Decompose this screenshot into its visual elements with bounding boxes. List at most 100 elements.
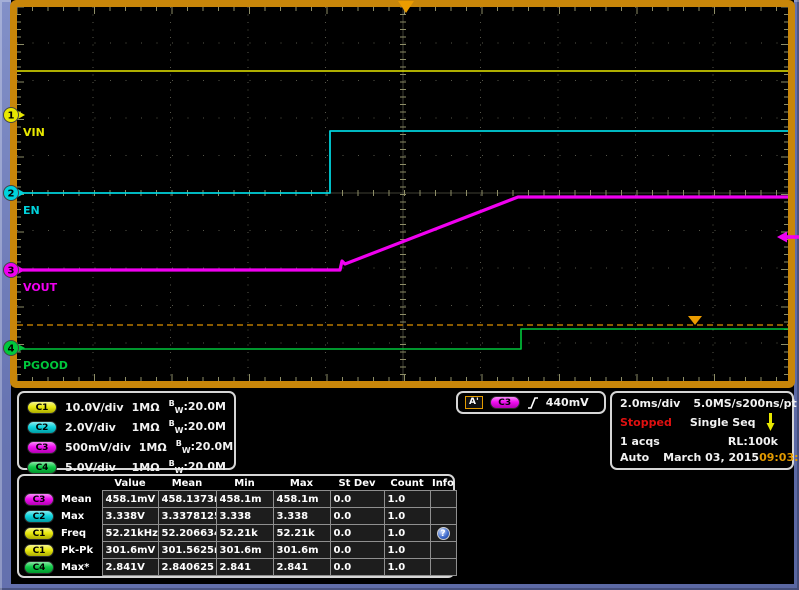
meas-stdev: 0.0: [330, 508, 384, 525]
meas-value: 3.338V: [102, 508, 158, 525]
channel-impedance: 1MΩ: [132, 401, 160, 414]
meas-header-value: Value: [102, 477, 158, 491]
meas-header-info: Info: [430, 477, 456, 491]
channel-scale: 10.0V/div: [65, 401, 124, 414]
meas-count: 1.0: [384, 525, 430, 542]
measurement-row[interactable]: C4Max*2.841V2.8406252.8412.8410.01.0: [22, 559, 456, 576]
meas-stdev: 0.0: [330, 525, 384, 542]
svg-text:1: 1: [8, 111, 15, 122]
info-icon[interactable]: ?: [437, 527, 450, 540]
trigger-level-arrow-stem[interactable]: [786, 235, 799, 239]
meas-max: 52.21k: [273, 525, 330, 542]
meas-stdev: 0.0: [330, 559, 384, 576]
timebase-panel[interactable]: 2.0ms/div 5.0MS/s 200ns/pt Stopped Singl…: [610, 391, 794, 470]
meas-name: Max*: [61, 562, 89, 573]
meas-channel-badge: C1: [24, 527, 54, 540]
meas-stdev: 0.0: [330, 542, 384, 559]
measurement-row[interactable]: C1Freq52.21kHz52.206634k52.21k52.21k0.01…: [22, 525, 456, 542]
channel-label-vin: VIN: [23, 126, 45, 139]
meas-value: 2.841V: [102, 559, 158, 576]
meas-info-cell: [430, 491, 456, 508]
meas-min: 2.841: [216, 559, 273, 576]
meas-min: 458.1m: [216, 491, 273, 508]
meas-max: 3.338: [273, 508, 330, 525]
meas-max: 2.841: [273, 559, 330, 576]
meas-channel-badge: C1: [24, 544, 54, 557]
meas-header-max: Max: [273, 477, 330, 491]
meas-channel-badge: C2: [24, 510, 54, 523]
trigger-level-indicator-icon: [765, 413, 776, 432]
meas-min: 3.338: [216, 508, 273, 525]
sample-rate: 5.0MS/s: [693, 397, 742, 410]
channel-label-pgood: PGOOD: [23, 359, 68, 372]
channel-settings-row-c3[interactable]: C3500mV/div1MΩBW:20.0M: [27, 437, 226, 457]
meas-info-cell: [430, 542, 456, 559]
channel-scale: 2.0V/div: [65, 421, 116, 434]
timebase-scale: 2.0ms/div: [620, 397, 680, 410]
meas-count: 1.0: [384, 542, 430, 559]
meas-value: 458.1mV: [102, 491, 158, 508]
channel-badge-c4: C4: [27, 461, 57, 474]
meas-mean: 52.206634k: [158, 525, 216, 542]
meas-value: 301.6mV: [102, 542, 158, 559]
meas-count: 1.0: [384, 508, 430, 525]
date-display: March 03, 2015: [663, 451, 759, 464]
meas-channel-badge: C4: [24, 561, 54, 574]
meas-max: 301.6m: [273, 542, 330, 559]
channel-label-vout: VOUT: [23, 281, 58, 294]
trigger-mode: Auto: [620, 451, 649, 464]
channel-settings-row-c1[interactable]: C110.0V/div1MΩBW:20.0M: [27, 397, 226, 417]
meas-mean: 301.5625m: [158, 542, 216, 559]
channel-impedance: 1MΩ: [132, 461, 160, 474]
channel-scale: 500mV/div: [65, 441, 131, 454]
channel-settings-row-c2[interactable]: C2 2.0V/div 1MΩ BW:20.0M: [27, 417, 226, 437]
trigger-source-badge: C3: [490, 396, 520, 409]
oscilloscope-screen: 1VIN2EN3VOUT4PGOOD C110.0V/div1MΩBW:20.0…: [0, 0, 799, 590]
waveform-display: 1VIN2EN3VOUT4PGOOD: [0, 0, 799, 390]
meas-max: 458.1m: [273, 491, 330, 508]
channel-bandwidth: BW:20.0M: [169, 417, 226, 437]
measurements-table: ValueMeanMinMaxSt DevCountInfo C3Mean458…: [22, 477, 457, 576]
meas-name: Pk-Pk: [61, 545, 93, 556]
a-trigger-badge: A': [465, 396, 483, 409]
channel-scale: 5.0V/div: [65, 461, 116, 474]
channel-settings-panel[interactable]: C110.0V/div1MΩBW:20.0MC22.0V/div1MΩBW:20…: [17, 391, 236, 470]
meas-value: 52.21kHz: [102, 525, 158, 542]
meas-name: Max: [61, 511, 84, 522]
meas-count: 1.0: [384, 491, 430, 508]
trigger-readout-panel[interactable]: A' C3 440mV: [456, 391, 606, 414]
meas-name: Freq: [61, 528, 86, 539]
meas-min: 301.6m: [216, 542, 273, 559]
channel-badge-c1: C1: [27, 401, 57, 414]
trigger-level-value: 440mV: [546, 396, 589, 409]
record-length: RL:100k: [728, 435, 778, 448]
svg-text:4: 4: [8, 344, 15, 355]
channel-badge-c2: C2: [27, 421, 57, 434]
meas-info-cell: ?: [430, 525, 456, 542]
sample-resolution: 200ns/pt: [742, 397, 797, 410]
acquisition-mode: Single Seq: [690, 416, 756, 429]
meas-mean: 2.840625: [158, 559, 216, 576]
measurement-row[interactable]: C1Pk-Pk301.6mV301.5625m301.6m301.6m0.01.…: [22, 542, 456, 559]
meas-count: 1.0: [384, 559, 430, 576]
meas-mean: 3.3378125: [158, 508, 216, 525]
meas-header-min: Min: [216, 477, 273, 491]
meas-min: 52.21k: [216, 525, 273, 542]
channel-impedance: 1MΩ: [139, 441, 167, 454]
meas-info-cell: [430, 508, 456, 525]
meas-stdev: 0.0: [330, 491, 384, 508]
meas-channel-badge: C3: [24, 493, 54, 506]
meas-header-count: Count: [384, 477, 430, 491]
measurement-row[interactable]: C2Max3.338V3.33781253.3383.3380.01.0: [22, 508, 456, 525]
acquisition-count: 1 acqs: [620, 435, 660, 448]
meas-info-cell: [430, 559, 456, 576]
measurement-row[interactable]: C3Mean458.1mV458.1373m458.1m458.1m0.01.0: [22, 491, 456, 508]
channel-impedance: 1MΩ: [132, 421, 160, 434]
acquisition-status: Stopped: [620, 416, 672, 429]
channel-label-en: EN: [23, 204, 40, 217]
meas-header-st-dev: St Dev: [330, 477, 384, 491]
svg-text:3: 3: [8, 266, 15, 277]
time-display: 09:03:20: [759, 451, 799, 464]
meas-header-mean: Mean: [158, 477, 216, 491]
meas-mean: 458.1373m: [158, 491, 216, 508]
